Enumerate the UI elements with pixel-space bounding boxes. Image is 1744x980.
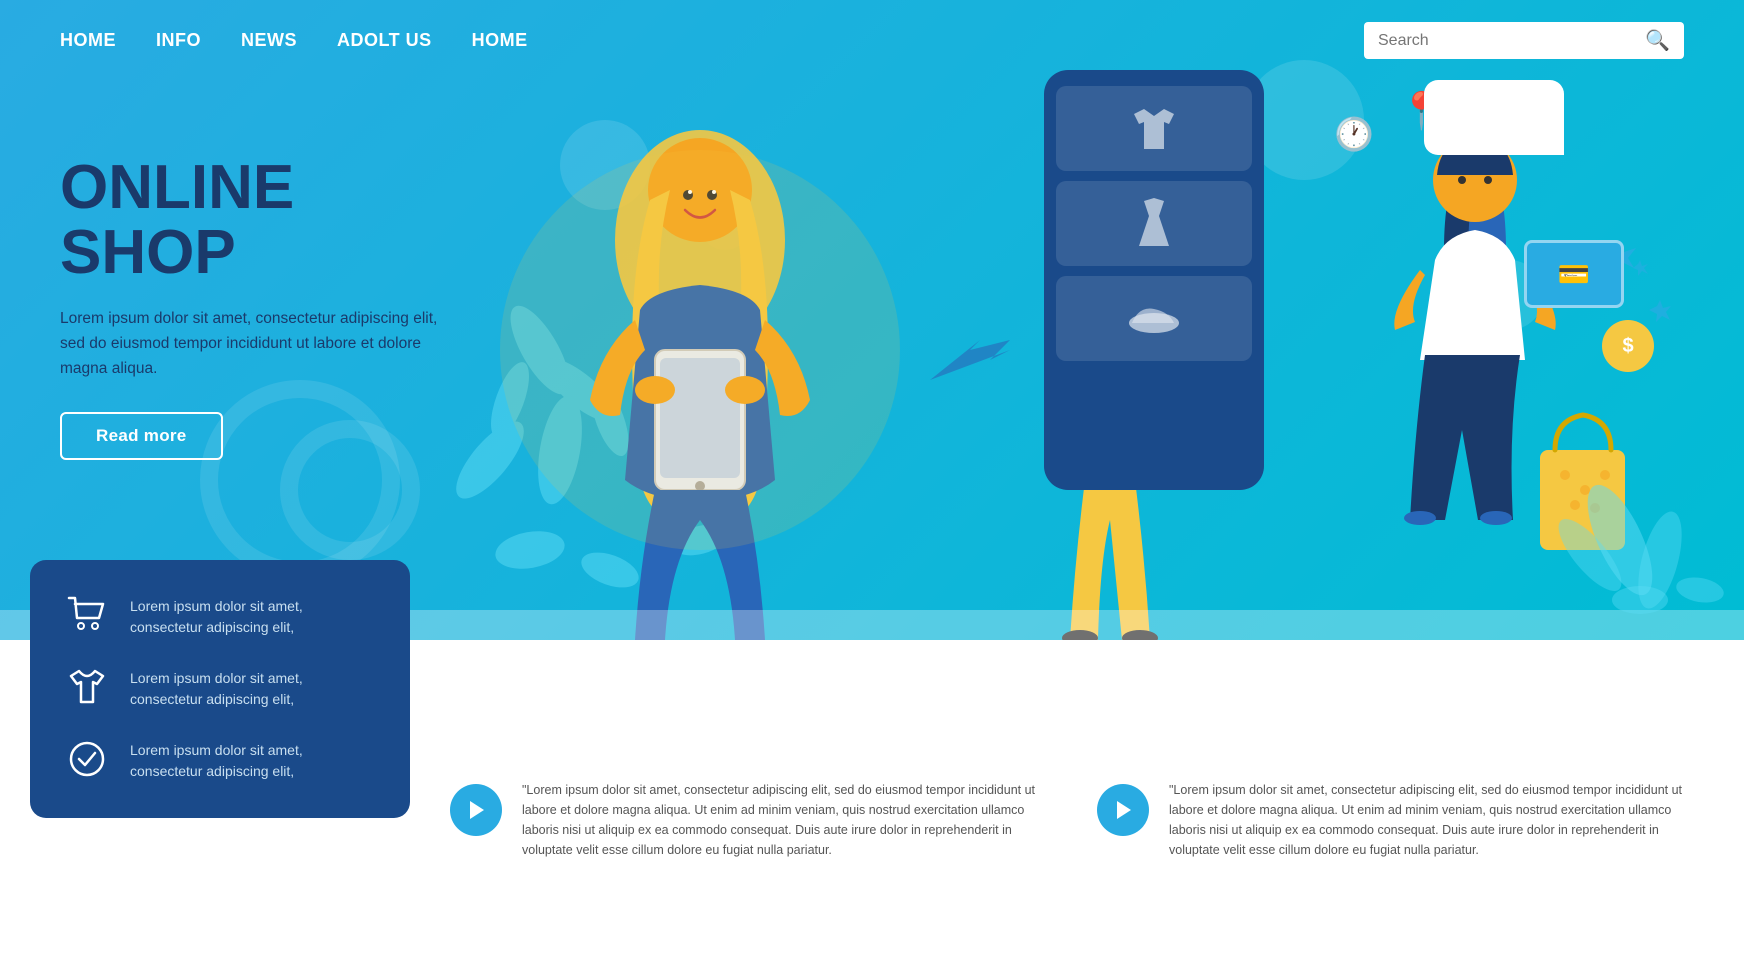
nav-link-home[interactable]: HOME (60, 30, 116, 50)
phone-card-item-dress (1056, 181, 1252, 266)
hero-text-block: ONLINE SHOP Lorem ipsum dolor sit amet, … (60, 155, 450, 460)
info-item-2-text: Lorem ipsum dolor sit amet, consectetur … (130, 668, 378, 710)
read-more-button[interactable]: Read more (60, 412, 223, 460)
bottom-block-2-text: "Lorem ipsum dolor sit amet, consectetur… (1169, 780, 1684, 860)
search-bar[interactable]: 🔍 (1364, 22, 1684, 59)
credit-card-icon: 💳 (1524, 240, 1624, 308)
dollar-icon: $ (1602, 320, 1654, 372)
play-button-2[interactable] (1097, 784, 1149, 836)
cart-icon (62, 596, 112, 632)
hero-section: ONLINE SHOP Lorem ipsum dolor sit amet, … (0, 0, 1744, 640)
info-card: Lorem ipsum dolor sit amet, consectetur … (30, 560, 410, 818)
nav-item-home[interactable]: HOME (60, 30, 116, 51)
navbar: HOME INFO NEWS ADOLT US HOME 🔍 (0, 0, 1744, 81)
search-input[interactable] (1378, 32, 1645, 50)
bottom-section: Lorem ipsum dolor sit amet, consectetur … (0, 640, 1744, 980)
info-item-1: Lorem ipsum dolor sit amet, consectetur … (62, 596, 378, 638)
nav-link-home2[interactable]: HOME (472, 30, 528, 50)
nav-link-news[interactable]: NEWS (241, 30, 297, 50)
phone-card (1044, 70, 1264, 490)
nav-link-info[interactable]: INFO (156, 30, 201, 50)
phone-card-item-shirt (1056, 86, 1252, 171)
bottom-block-2: "Lorem ipsum dolor sit amet, consectetur… (1097, 780, 1684, 860)
play-button-1[interactable] (450, 784, 502, 836)
clock-icon: 🕐 (1334, 115, 1374, 153)
bottom-block-1-text: "Lorem ipsum dolor sit amet, consectetur… (522, 780, 1037, 860)
shirt-icon (62, 668, 112, 704)
info-item-2: Lorem ipsum dolor sit amet, consectetur … (62, 668, 378, 710)
nav-item-news[interactable]: NEWS (241, 30, 297, 51)
bottom-block-1: "Lorem ipsum dolor sit amet, consectetur… (450, 780, 1037, 860)
nav-item-adoltus[interactable]: ADOLT US (337, 30, 432, 51)
check-circle-icon (62, 740, 112, 778)
hero-title-shop: SHOP (60, 218, 236, 287)
nav-link-adoltus[interactable]: ADOLT US (337, 30, 432, 50)
hero-title-online: ONLINE (60, 153, 294, 222)
info-item-3-text: Lorem ipsum dolor sit amet, consectetur … (130, 740, 378, 782)
nav-links: HOME INFO NEWS ADOLT US HOME (60, 30, 528, 51)
search-icon[interactable]: 🔍 (1645, 28, 1670, 53)
hero-title: ONLINE SHOP (60, 155, 450, 285)
chat-bubble (1424, 80, 1564, 155)
nav-item-home2[interactable]: HOME (472, 30, 528, 51)
hero-description: Lorem ipsum dolor sit amet, consectetur … (60, 307, 450, 381)
nav-item-info[interactable]: INFO (156, 30, 201, 51)
phone-card-item-shoes (1056, 276, 1252, 361)
info-item-3: Lorem ipsum dolor sit amet, consectetur … (62, 740, 378, 782)
info-item-1-text: Lorem ipsum dolor sit amet, consectetur … (130, 596, 378, 638)
